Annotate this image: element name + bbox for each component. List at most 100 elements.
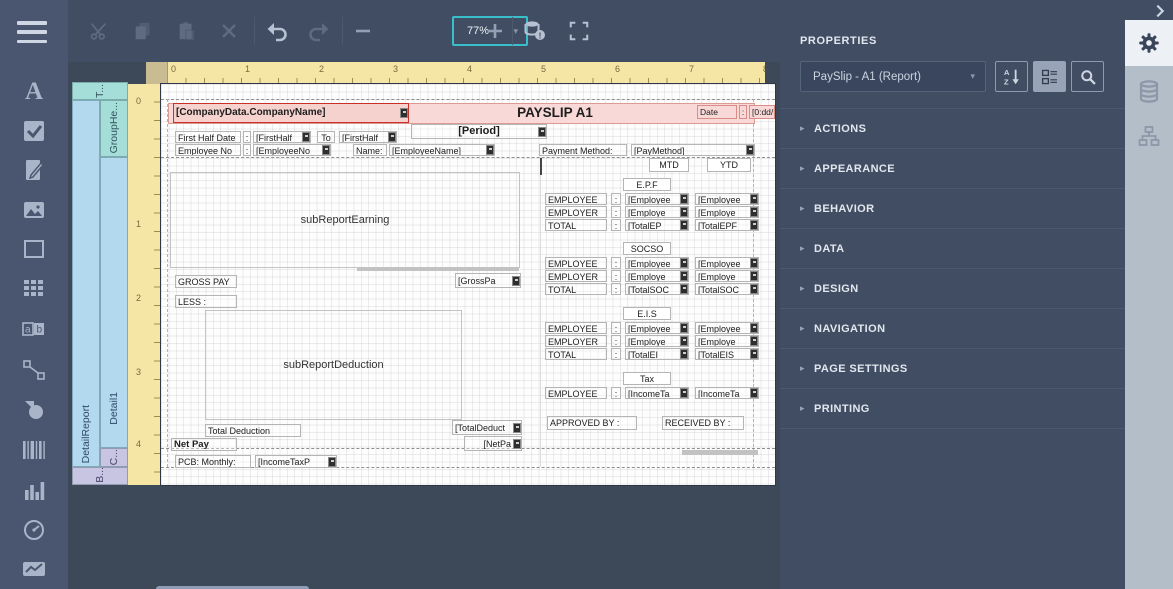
smart-tag-icon[interactable]	[680, 323, 688, 333]
zoom-in-button[interactable]	[480, 16, 510, 46]
first-half-label[interactable]: First Half Date	[175, 131, 241, 143]
field-net-pay[interactable]: [NetPa	[464, 436, 522, 451]
field-first-half-from[interactable]: [FirstHalf	[253, 131, 311, 143]
payslip-row-label[interactable]: TOTAL	[545, 219, 607, 231]
smart-tag-icon[interactable]	[680, 336, 688, 346]
search-button[interactable]	[1071, 61, 1104, 92]
tab-properties[interactable]	[1125, 20, 1173, 66]
pcb-label[interactable]: PCB: Monthly:	[175, 455, 251, 468]
band-group-header[interactable]: GroupHe...	[100, 100, 128, 157]
total-deduction-label[interactable]: Total Deduction	[205, 424, 301, 437]
smart-tag-icon[interactable]	[750, 336, 758, 346]
payslip-field-ytd[interactable]: [Employee	[695, 257, 759, 269]
date-colon[interactable]: :	[739, 105, 747, 119]
toolbox-item-character-comb[interactable]: ab	[18, 314, 50, 344]
payslip-row-colon[interactable]: :	[611, 270, 621, 282]
zoom-out-button[interactable]	[348, 16, 378, 46]
payslip-row-label[interactable]: TOTAL	[545, 283, 607, 295]
payslip-field-mtd[interactable]: [Employee	[625, 193, 689, 205]
smart-tag-icon[interactable]	[322, 145, 330, 155]
properties-section-behavior[interactable]: ▸BEHAVIOR	[780, 188, 1125, 228]
to-label[interactable]: To	[317, 131, 335, 143]
report-title[interactable]: PAYSLIP A1	[409, 103, 701, 123]
payslip-row-label[interactable]: EMPLOYEE	[545, 193, 607, 205]
payslip-field-ytd[interactable]: [IncomeTa	[695, 387, 759, 399]
smart-tag-icon[interactable]	[750, 388, 758, 398]
payslip-field-ytd[interactable]: [Employee	[695, 322, 759, 334]
toolbox-item-richtext[interactable]	[18, 155, 50, 185]
smart-tag-icon[interactable]	[750, 258, 758, 268]
payslip-row-label[interactable]: TOTAL	[545, 348, 607, 360]
payslip-row-colon[interactable]: :	[611, 206, 621, 218]
payslip-field-mtd[interactable]: [IncomeTa	[625, 387, 689, 399]
band-group-footer[interactable]: C...	[100, 448, 128, 467]
toolbox-item-label[interactable]: A	[18, 76, 50, 106]
fullscreen-button[interactable]	[564, 16, 594, 46]
smart-tag-icon[interactable]	[680, 349, 688, 359]
smart-tag-icon[interactable]	[538, 127, 546, 137]
smart-tag-icon[interactable]	[328, 457, 336, 467]
smart-tag-icon[interactable]	[680, 284, 688, 294]
smart-tag-icon[interactable]	[512, 276, 520, 286]
ytd-header[interactable]: YTD	[707, 158, 751, 172]
payslip-field-mtd[interactable]: [Employe	[625, 270, 689, 282]
net-pay-label[interactable]: Net Pay	[171, 438, 237, 451]
approved-by-label[interactable]: APPROVED BY :	[547, 416, 637, 430]
toolbox-item-barcode[interactable]	[18, 435, 50, 465]
payslip-field-ytd[interactable]: [TotalEIS	[695, 348, 759, 360]
subreport-deduction[interactable]: subReportDeduction	[205, 310, 462, 420]
toolbox-item-picture[interactable]	[18, 195, 50, 225]
toolbox-item-line[interactable]	[18, 355, 50, 385]
payslip-section-title[interactable]: Tax	[623, 372, 671, 385]
field-employee-no[interactable]: [EmployeeNo	[253, 144, 331, 156]
smart-tag-icon[interactable]	[750, 284, 758, 294]
properties-section-printing[interactable]: ▸PRINTING	[780, 388, 1125, 428]
smart-tag-icon[interactable]	[680, 194, 688, 204]
properties-section-page-settings[interactable]: ▸PAGE SETTINGS	[780, 348, 1125, 388]
payslip-field-mtd[interactable]: [Employee	[625, 257, 689, 269]
toolbox-item-chart[interactable]	[18, 476, 50, 506]
payslip-row-colon[interactable]: :	[611, 322, 621, 334]
smart-tag-icon[interactable]	[750, 207, 758, 217]
payslip-section-title[interactable]: E.P.F	[623, 178, 671, 191]
payslip-row-colon[interactable]: :	[611, 387, 621, 399]
payslip-field-ytd[interactable]: [TotalEPF	[695, 219, 759, 231]
payslip-row-label[interactable]: EMPLOYEE	[545, 387, 607, 399]
payslip-row-label[interactable]: EMPLOYER	[545, 335, 607, 347]
payslip-field-mtd[interactable]: [Employee	[625, 322, 689, 334]
toolbox-item-table[interactable]	[18, 274, 50, 304]
received-by-label[interactable]: RECEIVED BY :	[662, 416, 744, 430]
band-bottom-margin[interactable]: B...	[72, 467, 128, 485]
smart-tag-icon[interactable]	[302, 132, 310, 142]
payslip-row-colon[interactable]: :	[611, 348, 621, 360]
cut-button[interactable]	[84, 16, 114, 46]
payslip-row-label[interactable]: EMPLOYER	[545, 270, 607, 282]
sort-az-button[interactable]: AZ	[995, 61, 1028, 92]
payslip-field-ytd[interactable]: [Employe	[695, 270, 759, 282]
paste-button[interactable]	[172, 16, 202, 46]
properties-section-design[interactable]: ▸DESIGN	[780, 268, 1125, 308]
smart-tag-icon[interactable]	[680, 220, 688, 230]
delete-button[interactable]	[214, 16, 244, 46]
payslip-row-colon[interactable]: :	[611, 193, 621, 205]
payslip-field-mtd[interactable]: [TotalEI	[625, 348, 689, 360]
field-gross-pay[interactable]: [GrossPa	[455, 273, 521, 288]
collapse-chevron-icon[interactable]	[1151, 2, 1169, 20]
less-label[interactable]: LESS :	[175, 295, 237, 308]
date-label[interactable]: Date	[697, 105, 737, 119]
payslip-field-mtd[interactable]: [TotalSOC	[625, 283, 689, 295]
mtd-header[interactable]: MTD	[649, 158, 689, 172]
subreport-earning[interactable]: subReportEarning	[170, 172, 520, 268]
gross-pay-label[interactable]: GROSS PAY	[175, 275, 237, 288]
smart-tag-icon[interactable]	[680, 271, 688, 281]
band-detail1[interactable]: Detail1	[100, 157, 128, 448]
data-source-button[interactable]: !	[520, 16, 550, 46]
properties-section-actions[interactable]: ▸ACTIONS	[780, 108, 1125, 148]
payslip-field-mtd[interactable]: [TotalEP	[625, 219, 689, 231]
smart-tag-icon[interactable]	[680, 207, 688, 217]
properties-section-data[interactable]: ▸DATA	[780, 228, 1125, 268]
payslip-field-ytd[interactable]: [Employe	[695, 335, 759, 347]
payslip-field-mtd[interactable]: [Employe	[625, 335, 689, 347]
smart-tag-icon[interactable]	[750, 271, 758, 281]
redo-button[interactable]	[304, 16, 334, 46]
